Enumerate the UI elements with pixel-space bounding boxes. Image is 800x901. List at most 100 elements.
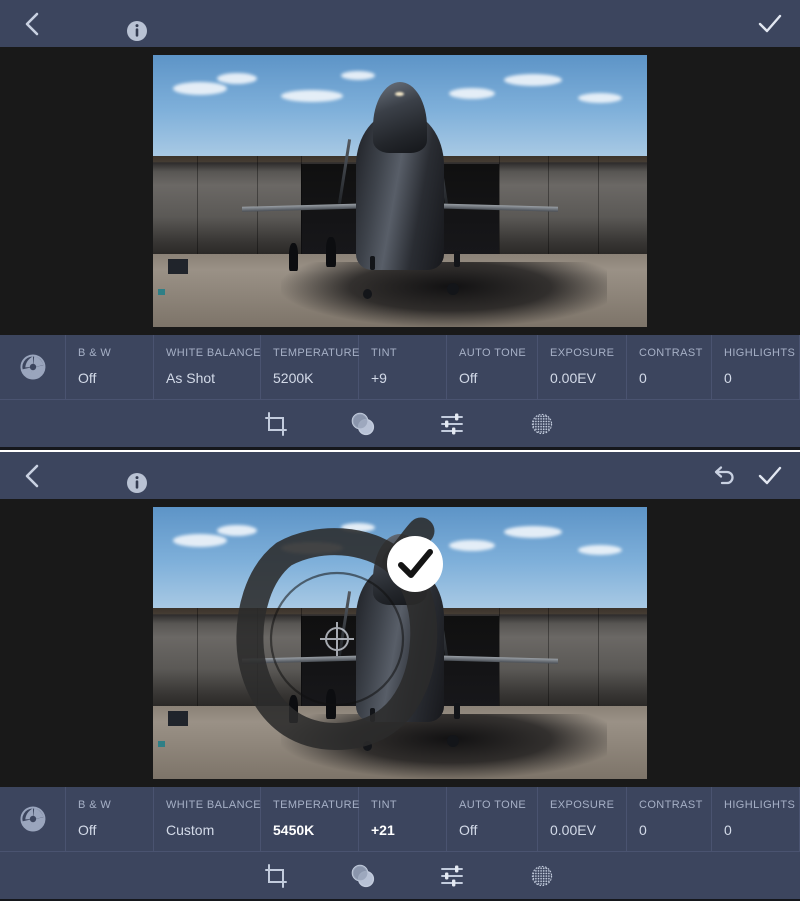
param-value: 5450K [273, 822, 315, 838]
person-silhouette [288, 694, 298, 723]
adjust-icon[interactable] [438, 410, 468, 438]
param-label: EXPOSURE [550, 347, 615, 359]
param-value: +9 [371, 370, 387, 386]
param-label: B & W [78, 347, 112, 359]
landing-gear [454, 702, 461, 719]
hangar-seam [256, 607, 258, 706]
info-icon[interactable] [126, 20, 148, 42]
cloud [217, 72, 258, 84]
top-bar [0, 0, 800, 47]
param-label: EXPOSURE [550, 799, 615, 811]
param-tint[interactable]: TINT +21 [359, 787, 447, 851]
ground-equipment [157, 740, 165, 747]
param-bw[interactable]: B & W Off [66, 335, 154, 399]
bottom-toolbar [0, 400, 800, 447]
cloud [449, 87, 496, 99]
back-button[interactable] [18, 10, 48, 38]
undo-button[interactable] [710, 463, 738, 489]
param-exposure[interactable]: EXPOSURE 0.00EV [538, 787, 627, 851]
person-silhouette [325, 689, 336, 720]
param-contrast[interactable]: CONTRAST 0 [627, 787, 712, 851]
param-label: CONTRAST [639, 799, 703, 811]
photo-preview[interactable] [153, 507, 647, 779]
ground-cart [167, 711, 188, 726]
person-silhouette [325, 237, 336, 268]
param-label: HIGHLIGHTS [724, 799, 796, 811]
adjust-icon[interactable] [438, 862, 468, 890]
param-contrast[interactable]: CONTRAST 0 [627, 335, 712, 399]
param-bw[interactable]: B & W Off [66, 787, 154, 851]
info-icon[interactable] [126, 472, 148, 494]
param-value: 5200K [273, 370, 314, 386]
confirm-button[interactable] [756, 463, 784, 489]
param-label: WHITE BALANCE [166, 799, 262, 811]
param-value: 0.00EV [550, 370, 596, 386]
cloud [577, 93, 622, 104]
presets-icon[interactable] [348, 862, 378, 890]
param-label: CONTRAST [639, 347, 703, 359]
param-white-balance[interactable]: WHITE BALANCE Custom [154, 787, 261, 851]
param-highlights[interactable]: HIGHLIGHTS 0 [712, 335, 800, 399]
hangar-seam [597, 155, 599, 254]
aperture-icon[interactable] [0, 335, 66, 399]
param-tint[interactable]: TINT +9 [359, 335, 447, 399]
canopy-glint [395, 543, 405, 548]
hangar-seam [548, 155, 550, 254]
param-value: +21 [371, 822, 395, 838]
param-highlights[interactable]: HIGHLIGHTS 0 [712, 787, 800, 851]
param-value: Off [459, 370, 478, 386]
jet-shadow [281, 261, 608, 327]
param-value: 0 [639, 822, 647, 838]
param-auto-tone[interactable]: AUTO TONE Off [447, 335, 538, 399]
hangar-seam [548, 607, 550, 706]
parameter-strip: B & W Off WHITE BALANCE As Shot TEMPERAT… [0, 335, 800, 400]
cloud [503, 526, 562, 539]
photo-preview[interactable] [153, 55, 647, 327]
canopy-glint [395, 91, 405, 96]
param-white-balance[interactable]: WHITE BALANCE As Shot [154, 335, 261, 399]
hangar-seam [197, 607, 199, 706]
param-temperature[interactable]: TEMPERATURE 5450K [261, 787, 359, 851]
person-silhouette [288, 242, 298, 271]
param-label: WHITE BALANCE [166, 347, 262, 359]
param-value: Custom [166, 822, 215, 838]
ground-equipment [157, 288, 165, 295]
effects-icon[interactable] [527, 862, 557, 890]
landing-gear [454, 250, 461, 267]
hangar-seam [256, 155, 258, 254]
crop-icon[interactable] [261, 410, 291, 438]
ground-cart [167, 259, 188, 274]
top-bar [0, 452, 800, 499]
editor-screen-after: B & W Off WHITE BALANCE Custom TEMPERATU… [0, 452, 800, 901]
editor-screen-before: B & W Off WHITE BALANCE As Shot TEMPERAT… [0, 0, 800, 450]
landing-gear [370, 256, 376, 271]
param-label: TEMPERATURE [273, 799, 360, 811]
jet-shadow [281, 713, 608, 779]
photo-canvas[interactable] [0, 499, 800, 787]
param-label: AUTO TONE [459, 347, 527, 359]
aperture-icon[interactable] [0, 787, 66, 851]
hangar-seam [197, 155, 199, 254]
cloud [577, 545, 622, 556]
effects-icon[interactable] [527, 410, 557, 438]
crop-icon[interactable] [261, 862, 291, 890]
param-exposure[interactable]: EXPOSURE 0.00EV [538, 335, 627, 399]
param-auto-tone[interactable]: AUTO TONE Off [447, 787, 538, 851]
param-value: 0 [724, 370, 732, 386]
param-value: Off [78, 370, 97, 386]
confirm-button[interactable] [756, 11, 784, 37]
param-label: HIGHLIGHTS [724, 347, 796, 359]
back-button[interactable] [18, 462, 48, 490]
param-label: TEMPERATURE [273, 347, 360, 359]
cloud [503, 74, 562, 87]
hangar-seam [597, 607, 599, 706]
param-temperature[interactable]: TEMPERATURE 5200K [261, 335, 359, 399]
presets-icon[interactable] [348, 410, 378, 438]
param-label: TINT [371, 799, 398, 811]
photo-canvas[interactable] [0, 47, 800, 335]
param-value: As Shot [166, 370, 216, 386]
param-value: 0.00EV [550, 822, 596, 838]
cloud [449, 539, 496, 551]
param-value: 0 [724, 822, 732, 838]
param-label: AUTO TONE [459, 799, 527, 811]
